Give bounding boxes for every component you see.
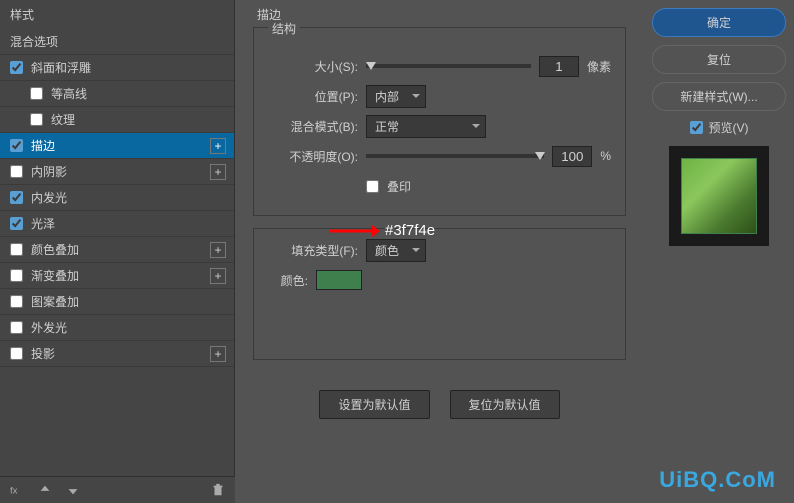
- sidebar-item-label: 光泽: [31, 215, 55, 232]
- sidebar-item-inner-shadow[interactable]: 内阴影 +: [0, 159, 234, 185]
- sidebar-item-drop-shadow[interactable]: 投影 +: [0, 341, 234, 367]
- action-panel: 确定 复位 新建样式(W)... 预览(V): [644, 0, 794, 503]
- checkbox-outer-glow[interactable]: [10, 321, 23, 334]
- checkbox-texture[interactable]: [30, 113, 43, 126]
- new-style-button[interactable]: 新建样式(W)...: [652, 82, 786, 111]
- checkbox-inner-glow[interactable]: [10, 191, 23, 204]
- overprint-checkbox[interactable]: [366, 180, 379, 193]
- sidebar-item-label: 等高线: [51, 85, 87, 102]
- size-unit: 像素: [587, 58, 611, 75]
- sidebar-header: 样式: [0, 0, 234, 29]
- arrow-up-icon[interactable]: [38, 483, 52, 497]
- opacity-unit: %: [600, 149, 611, 163]
- fill-type-dropdown[interactable]: 颜色: [366, 239, 426, 262]
- sidebar-item-label: 图案叠加: [31, 293, 79, 310]
- preview-label: 预览(V): [709, 119, 749, 136]
- color-swatch[interactable]: [316, 270, 362, 290]
- sidebar-item-texture[interactable]: 纹理: [0, 107, 234, 133]
- reset-default-button[interactable]: 复位为默认值: [450, 390, 560, 419]
- sidebar-item-label: 投影: [31, 345, 55, 362]
- preview-box: [669, 146, 769, 246]
- blend-label: 混合模式(B):: [268, 118, 358, 135]
- checkbox-color-overlay[interactable]: [10, 243, 23, 256]
- fx-icon[interactable]: fx: [10, 483, 24, 497]
- sidebar-item-label: 混合选项: [10, 33, 58, 50]
- sidebar-item-outer-glow[interactable]: 外发光: [0, 315, 234, 341]
- fill-type-label: 填充类型(F):: [268, 242, 358, 259]
- preview-checkbox[interactable]: [690, 121, 703, 134]
- opacity-slider[interactable]: [366, 154, 544, 158]
- fill-fieldset: x 填充类型(F): 颜色 颜色:: [253, 228, 626, 360]
- size-slider[interactable]: [366, 64, 531, 68]
- panel-title: 描边: [253, 6, 626, 23]
- position-dropdown[interactable]: 内部: [366, 85, 426, 108]
- add-icon[interactable]: +: [210, 164, 226, 180]
- set-default-button[interactable]: 设置为默认值: [319, 390, 429, 419]
- sidebar-item-label: 内阴影: [31, 163, 67, 180]
- structure-fieldset: 结构 大小(S): 像素 位置(P): 内部 混合模式(B): 正常 不透明度(…: [253, 27, 626, 216]
- checkbox-contour[interactable]: [30, 87, 43, 100]
- add-icon[interactable]: +: [210, 138, 226, 154]
- checkbox-gradient-overlay[interactable]: [10, 269, 23, 282]
- sidebar-item-label: 纹理: [51, 111, 75, 128]
- sidebar-item-label: 内发光: [31, 189, 67, 206]
- sidebar-item-gradient-overlay[interactable]: 渐变叠加 +: [0, 263, 234, 289]
- position-label: 位置(P):: [268, 88, 358, 105]
- preview-thumbnail: [681, 158, 757, 234]
- blend-dropdown[interactable]: 正常: [366, 115, 486, 138]
- sidebar-item-label: 外发光: [31, 319, 67, 336]
- overprint-label: 叠印: [387, 178, 411, 195]
- trash-icon[interactable]: [211, 483, 225, 497]
- add-icon[interactable]: +: [210, 268, 226, 284]
- color-hex-annotation: #3f7f4e: [385, 222, 435, 239]
- opacity-label: 不透明度(O):: [268, 148, 358, 165]
- sidebar-item-contour[interactable]: 等高线: [0, 81, 234, 107]
- checkbox-drop-shadow[interactable]: [10, 347, 23, 360]
- sidebar-item-label: 描边: [31, 137, 55, 154]
- add-icon[interactable]: +: [210, 242, 226, 258]
- size-label: 大小(S):: [268, 58, 358, 75]
- settings-panel: 描边 结构 大小(S): 像素 位置(P): 内部 混合模式(B): 正常 不透…: [235, 0, 644, 503]
- sidebar-item-label: 渐变叠加: [31, 267, 79, 284]
- checkbox-bevel[interactable]: [10, 61, 23, 74]
- sidebar-footer: fx: [0, 476, 235, 503]
- svg-text:fx: fx: [10, 486, 18, 497]
- watermark: UiBQ.CoM: [659, 467, 776, 493]
- checkbox-satin[interactable]: [10, 217, 23, 230]
- ok-button[interactable]: 确定: [652, 8, 786, 37]
- sidebar-item-satin[interactable]: 光泽: [0, 211, 234, 237]
- sidebar-item-color-overlay[interactable]: 颜色叠加 +: [0, 237, 234, 263]
- sidebar-item-inner-glow[interactable]: 内发光: [0, 185, 234, 211]
- add-icon[interactable]: +: [210, 346, 226, 362]
- sidebar-item-label: 斜面和浮雕: [31, 59, 91, 76]
- cancel-button[interactable]: 复位: [652, 45, 786, 74]
- sidebar-item-pattern-overlay[interactable]: 图案叠加: [0, 289, 234, 315]
- sidebar-item-stroke[interactable]: 描边 +: [0, 133, 234, 159]
- sidebar-item-label: 颜色叠加: [31, 241, 79, 258]
- color-label: 颜色:: [268, 272, 308, 289]
- struct-title: 结构: [268, 20, 300, 37]
- arrow-down-icon[interactable]: [66, 483, 80, 497]
- checkbox-stroke[interactable]: [10, 139, 23, 152]
- checkbox-inner-shadow[interactable]: [10, 165, 23, 178]
- sidebar-item-bevel[interactable]: 斜面和浮雕: [0, 55, 234, 81]
- size-input[interactable]: [539, 56, 579, 77]
- checkbox-pattern-overlay[interactable]: [10, 295, 23, 308]
- effects-sidebar: 样式 混合选项 斜面和浮雕 等高线 纹理 描边 + 内阴影 + 内发光 光泽 颜色叠…: [0, 0, 235, 503]
- opacity-input[interactable]: [552, 146, 592, 167]
- sidebar-item-blend-options[interactable]: 混合选项: [0, 29, 234, 55]
